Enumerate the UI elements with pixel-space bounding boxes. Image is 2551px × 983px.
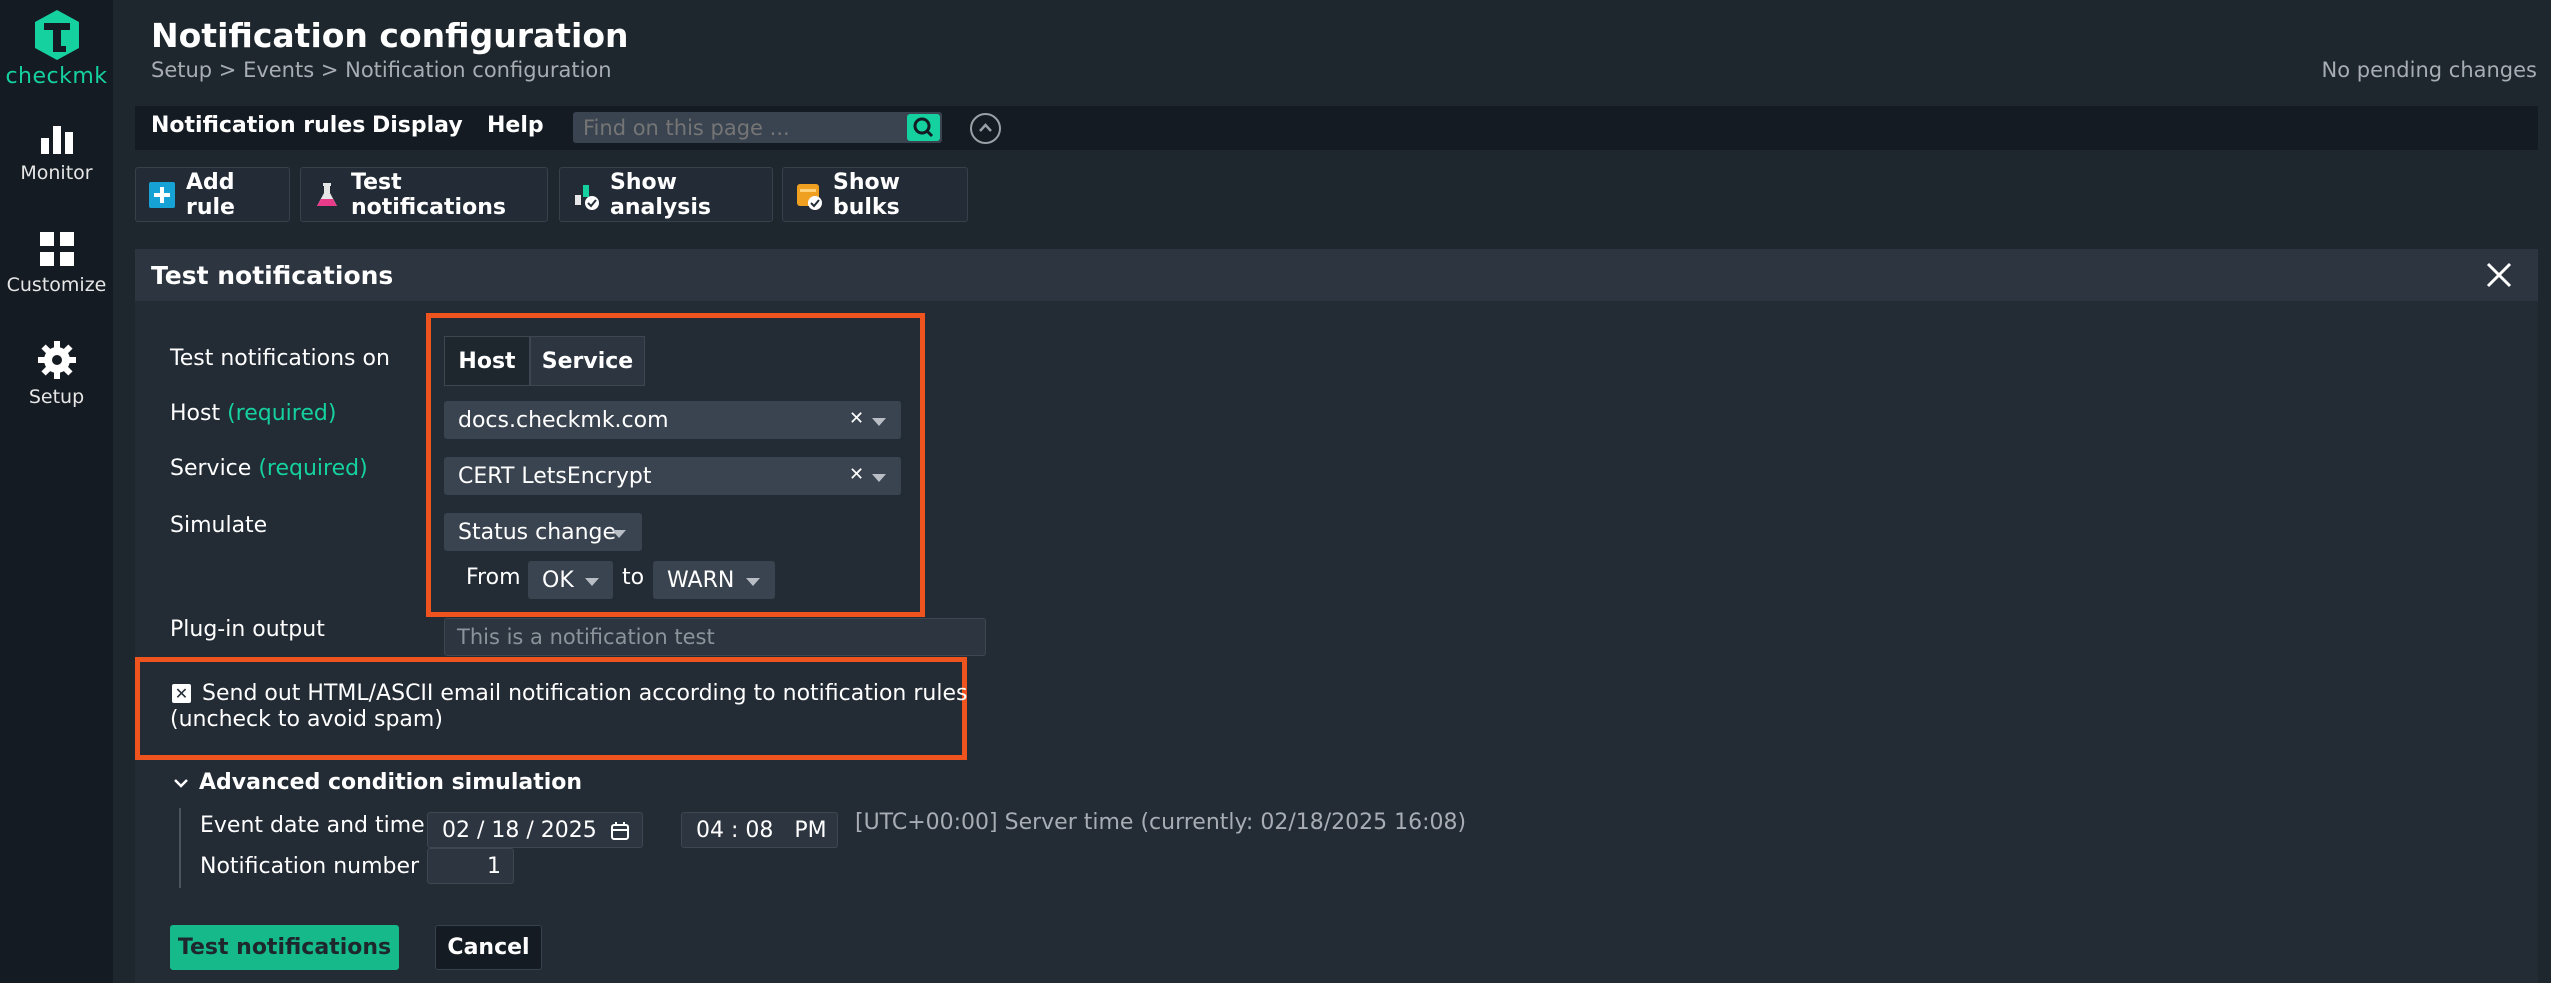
email-notification-label: Send out HTML/ASCII email notification a… <box>202 681 968 706</box>
pending-changes-status[interactable]: No pending changes <box>2322 58 2538 82</box>
close-icon <box>2486 262 2512 288</box>
email-notification-checkbox[interactable]: ✕ <box>172 684 191 703</box>
event-date-input[interactable]: 02 / 18 / 2025 <box>427 812 643 848</box>
breadcrumb: Setup > Events > Notification configurat… <box>151 58 612 82</box>
menu-display[interactable]: Display <box>372 113 463 138</box>
notification-number-input[interactable]: 1 <box>427 848 514 884</box>
search-icon <box>913 117 934 138</box>
search-button[interactable] <box>907 114 940 141</box>
nav-customize[interactable]: Customize <box>0 230 113 296</box>
notification-number-label: Notification number <box>200 854 420 879</box>
checkmk-logo-icon <box>34 10 79 60</box>
show-analysis-label: Show analysis <box>610 169 711 220</box>
email-notification-hint: (uncheck to avoid spam) <box>170 707 443 732</box>
plus-icon <box>148 181 176 209</box>
nav-monitor-label: Monitor <box>20 162 93 184</box>
simulate-label: Simulate <box>170 513 268 538</box>
test-notifications-label: Test notifications <box>351 169 506 220</box>
host-required-text: (required) <box>227 401 337 426</box>
event-date-value: 02 / 18 / 2025 <box>442 817 597 843</box>
advanced-divider <box>179 808 181 888</box>
add-rule-label: Add rule <box>186 169 235 220</box>
host-label: Host (required) <box>170 401 336 426</box>
advanced-toggle[interactable] <box>172 774 190 792</box>
monitor-icon <box>40 126 73 154</box>
menu-notification-rules[interactable]: Notification rules <box>151 113 365 138</box>
event-time-input[interactable]: 04 : 08 PM <box>681 812 838 848</box>
plugin-output-label: Plug-in output <box>170 617 325 642</box>
advanced-title[interactable]: Advanced condition simulation <box>199 770 582 795</box>
panel-title: Test notifications <box>151 261 394 290</box>
checkmk-logo[interactable]: checkmk <box>0 8 113 89</box>
cancel-button[interactable]: Cancel <box>435 925 542 970</box>
nav-monitor[interactable]: Monitor <box>0 124 113 184</box>
collapse-toolbar-button[interactable] <box>970 113 1001 144</box>
test-on-label: Test notifications on <box>170 346 390 371</box>
bulk-icon <box>795 181 823 210</box>
left-navigation: checkmk Monitor Customize Setup <box>0 0 113 983</box>
calendar-icon[interactable] <box>610 821 630 841</box>
show-bulks-button[interactable]: Show bulks <box>782 167 968 222</box>
event-time-value: 04 : 08 PM <box>696 817 827 843</box>
nav-setup-label: Setup <box>28 386 85 408</box>
chevron-up-icon <box>979 123 992 132</box>
server-time-text: [UTC+00:00] Server time (currently: 02/1… <box>855 810 1467 835</box>
service-required-text: (required) <box>258 456 368 481</box>
find-on-page-input[interactable] <box>583 115 903 140</box>
nav-customize-label: Customize <box>6 274 107 296</box>
highlight-box-settings <box>426 313 925 617</box>
plugin-output-placeholder: This is a notification test <box>457 625 715 649</box>
plugin-output-input[interactable]: This is a notification test <box>444 618 986 656</box>
show-analysis-button[interactable]: Show analysis <box>559 167 773 222</box>
menu-help[interactable]: Help <box>487 113 544 138</box>
service-label: Service (required) <box>170 456 368 481</box>
flask-icon <box>313 181 341 209</box>
page-title: Notification configuration <box>151 16 629 55</box>
nav-setup[interactable]: Setup <box>0 340 113 408</box>
show-bulks-label: Show bulks <box>833 169 900 220</box>
event-date-label: Event date and time <box>200 813 425 838</box>
service-label-text: Service <box>170 456 252 481</box>
panel-header <box>135 249 2538 301</box>
add-rule-button[interactable]: Add rule <box>135 167 290 222</box>
chevron-down-icon <box>174 779 188 788</box>
test-notifications-submit-button[interactable]: Test notifications <box>170 925 399 970</box>
host-label-text: Host <box>170 401 221 426</box>
close-panel-button[interactable] <box>2482 258 2516 292</box>
notification-number-value: 1 <box>487 853 501 879</box>
customize-icon <box>39 232 74 266</box>
find-on-page-box <box>573 112 942 143</box>
logo-text: checkmk <box>5 64 108 89</box>
test-notifications-button[interactable]: Test notifications <box>300 167 548 222</box>
analysis-icon <box>572 181 600 210</box>
gear-icon <box>37 341 76 379</box>
